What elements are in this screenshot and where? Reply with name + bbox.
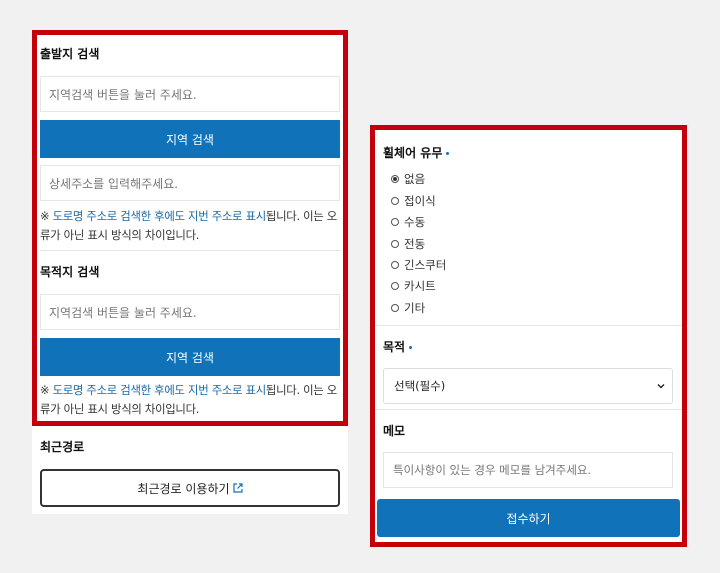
trip-options-card: 휠체어 유무 없음 접이식 수동 전동 긴스쿠터 카시트 기타 목적 선택(필수… <box>370 125 687 547</box>
memo-title: 메모 <box>383 424 406 438</box>
radio-icon[interactable] <box>391 197 399 205</box>
recent-route-label: 최근경로 이용하기 <box>137 481 230 496</box>
notice-text: 됩니다. 이는 오 <box>265 383 337 397</box>
divider <box>375 325 682 326</box>
departure-search-button[interactable]: 지역 검색 <box>40 120 340 158</box>
option-label: 수동 <box>404 215 426 229</box>
memo-input[interactable]: 특이사항이 있는 경우 메모를 남겨주세요. <box>383 452 673 488</box>
radio-icon[interactable] <box>391 304 399 312</box>
notice-highlight: 도로명 주소로 검색한 후에도 지번 주소로 표시 <box>52 383 267 397</box>
wheelchair-option-none[interactable]: 없음 <box>391 171 425 187</box>
submit-button[interactable]: 접수하기 <box>377 499 680 537</box>
recent-route-title: 최근경로 <box>40 440 85 454</box>
wheelchair-option-other[interactable]: 기타 <box>391 300 425 316</box>
option-label: 전동 <box>404 237 426 251</box>
radio-icon[interactable] <box>391 282 399 290</box>
radio-icon[interactable] <box>391 261 399 269</box>
divider <box>40 250 340 251</box>
notice-mark: ※ <box>40 209 53 223</box>
notice-mark: ※ <box>40 383 53 397</box>
destination-title: 목적지 검색 <box>40 265 100 279</box>
wheelchair-option-manual[interactable]: 수동 <box>391 214 425 230</box>
required-dot <box>446 152 450 155</box>
divider <box>375 409 682 410</box>
notice-text-2: 류가 아닌 표시 방식의 차이입니다. <box>40 402 200 416</box>
trip-search-card: 출발지 검색 지역검색 버튼을 눌러 주세요. 지역 검색 상세주소를 입력해주… <box>32 30 348 514</box>
wheelchair-option-folding[interactable]: 접이식 <box>391 193 436 209</box>
departure-notice: ※ 도로명 주소로 검색한 후에도 지번 주소로 표시됩니다. 이는 오 류가 … <box>40 207 342 245</box>
radio-icon[interactable] <box>391 240 399 248</box>
wheelchair-option-carseat[interactable]: 카시트 <box>391 278 436 294</box>
wheelchair-option-electric[interactable]: 전동 <box>391 236 425 252</box>
purpose-title-text: 목적 <box>383 340 406 354</box>
wheelchair-option-scooter[interactable]: 긴스쿠터 <box>391 257 446 273</box>
notice-highlight: 도로명 주소로 검색한 후에도 지번 주소로 표시 <box>52 209 267 223</box>
purpose-title: 목적 <box>383 338 413 355</box>
departure-search-input[interactable]: 지역검색 버튼을 눌러 주세요. <box>40 76 340 112</box>
purpose-select[interactable]: 선택(필수) <box>383 368 673 404</box>
radio-checked-icon[interactable] <box>391 175 399 183</box>
option-label: 카시트 <box>404 279 436 293</box>
required-dot <box>409 346 413 349</box>
option-label: 접이식 <box>404 194 436 208</box>
wheelchair-title: 휠체어 유무 <box>383 144 450 161</box>
purpose-selected-value: 선택(필수) <box>394 379 446 393</box>
option-label: 없음 <box>404 172 426 186</box>
wheelchair-title-text: 휠체어 유무 <box>383 146 443 160</box>
radio-icon[interactable] <box>391 218 399 226</box>
departure-detail-input[interactable]: 상세주소를 입력해주세요. <box>40 165 340 201</box>
recent-route-button[interactable]: 최근경로 이용하기 <box>40 469 340 507</box>
notice-text-2: 류가 아닌 표시 방식의 차이입니다. <box>40 228 200 242</box>
departure-title: 출발지 검색 <box>40 47 100 61</box>
option-label: 기타 <box>404 301 426 315</box>
chevron-down-icon <box>657 384 665 389</box>
destination-notice: ※ 도로명 주소로 검색한 후에도 지번 주소로 표시됩니다. 이는 오 류가 … <box>40 381 342 419</box>
option-label: 긴스쿠터 <box>404 258 447 272</box>
destination-search-input[interactable]: 지역검색 버튼을 눌러 주세요. <box>40 294 340 330</box>
notice-text: 됩니다. 이는 오 <box>265 209 337 223</box>
external-link-icon <box>232 483 243 493</box>
destination-search-button[interactable]: 지역 검색 <box>40 338 340 376</box>
